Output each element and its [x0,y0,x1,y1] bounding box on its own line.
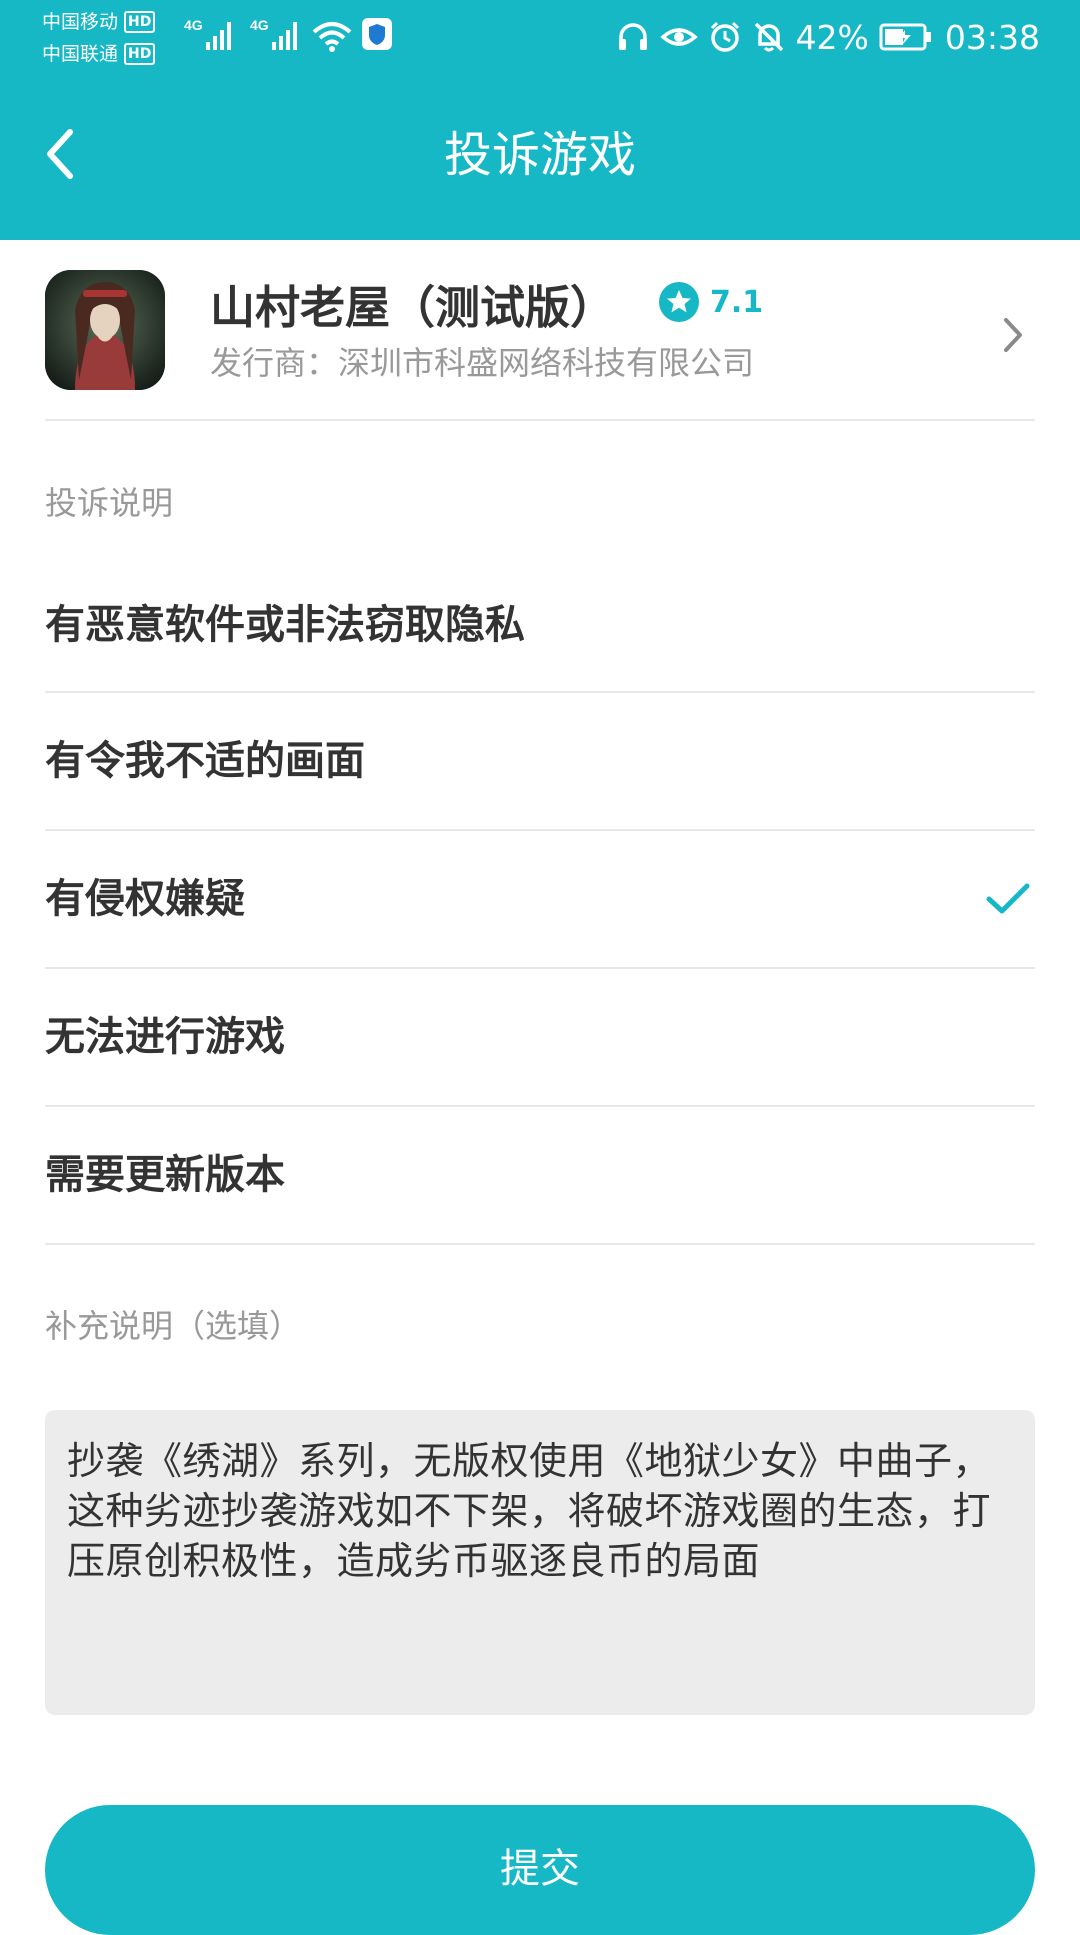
signal-icon: 4G 4G [184,17,392,52]
submit-label: 提交 [500,1846,580,1892]
option-label: 有侵权嫌疑 [45,876,245,922]
supplement-textarea[interactable]: 抄袭《绣湖》系列，无版权使用《地狱少女》中曲子，这种劣迹抄袭游戏如不下架，将破坏… [45,1410,1035,1715]
status-bar: 中国移动 HD 中国联通 HD 4G 4G 42% 03:38 [0,0,1080,76]
complaint-option-cannot-play[interactable]: 无法进行游戏 [0,969,1080,1105]
complaint-option-malware[interactable]: 有恶意软件或非法窃取隐私 [0,557,1080,693]
divider [45,419,1035,421]
svg-text:4G: 4G [250,17,269,33]
carrier-info: 中国移动 HD 中国联通 HD [42,6,182,70]
shield-app-icon [362,18,392,50]
divider [45,1243,1035,1245]
star-icon [659,282,699,322]
option-label: 有恶意软件或非法窃取隐私 [45,602,525,648]
submit-button[interactable]: 提交 [45,1805,1035,1935]
battery-percent: 42% [795,17,869,57]
carrier-2-label: 中国联通 [42,43,119,65]
option-label: 需要更新版本 [45,1152,285,1198]
eye-icon [659,28,698,46]
status-indicators: 42% 03:38 [606,12,1040,62]
game-name: 山村老屋（测试版） [210,281,616,334]
alarm-icon [710,21,739,52]
complaint-option-infringement[interactable]: 有侵权嫌疑 [0,831,1080,967]
check-icon [986,883,1030,914]
complaint-option-discomfort[interactable]: 有令我不适的画面 [0,693,1080,829]
carrier-1-label: 中国移动 [42,11,119,33]
supplement-section-label: 补充说明（选填） [45,1307,302,1345]
clock: 03:38 [944,17,1040,57]
option-label: 无法进行游戏 [45,1014,285,1060]
chevron-right-icon [1004,318,1022,352]
hd-badge: HD [124,43,156,65]
page-title: 投诉游戏 [443,127,636,183]
supplement-text: 抄袭《绣湖》系列，无版权使用《地狱少女》中曲子，这种劣迹抄袭游戏如不下架，将破坏… [67,1439,992,1583]
game-rating: 7.1 [658,281,763,323]
game-icon [45,270,165,390]
complaint-section-label: 投诉说明 [45,484,174,522]
game-info-row[interactable]: 山村老屋（测试版） 7.1 发行商：深圳市科盛网络科技有限公司 [0,240,1080,420]
battery-icon [879,23,931,51]
headset-icon [618,23,647,50]
complaint-option-needs-update[interactable]: 需要更新版本 [0,1107,1080,1243]
option-label: 有令我不适的画面 [45,738,365,784]
bell-off-icon [754,22,783,52]
wifi-icon [312,22,352,52]
svg-text:4G: 4G [184,17,203,33]
publisher-label: 发行商：深圳市科盛网络科技有限公司 [210,344,755,382]
hd-badge: HD [124,11,156,33]
rating-value: 7.1 [710,284,764,320]
